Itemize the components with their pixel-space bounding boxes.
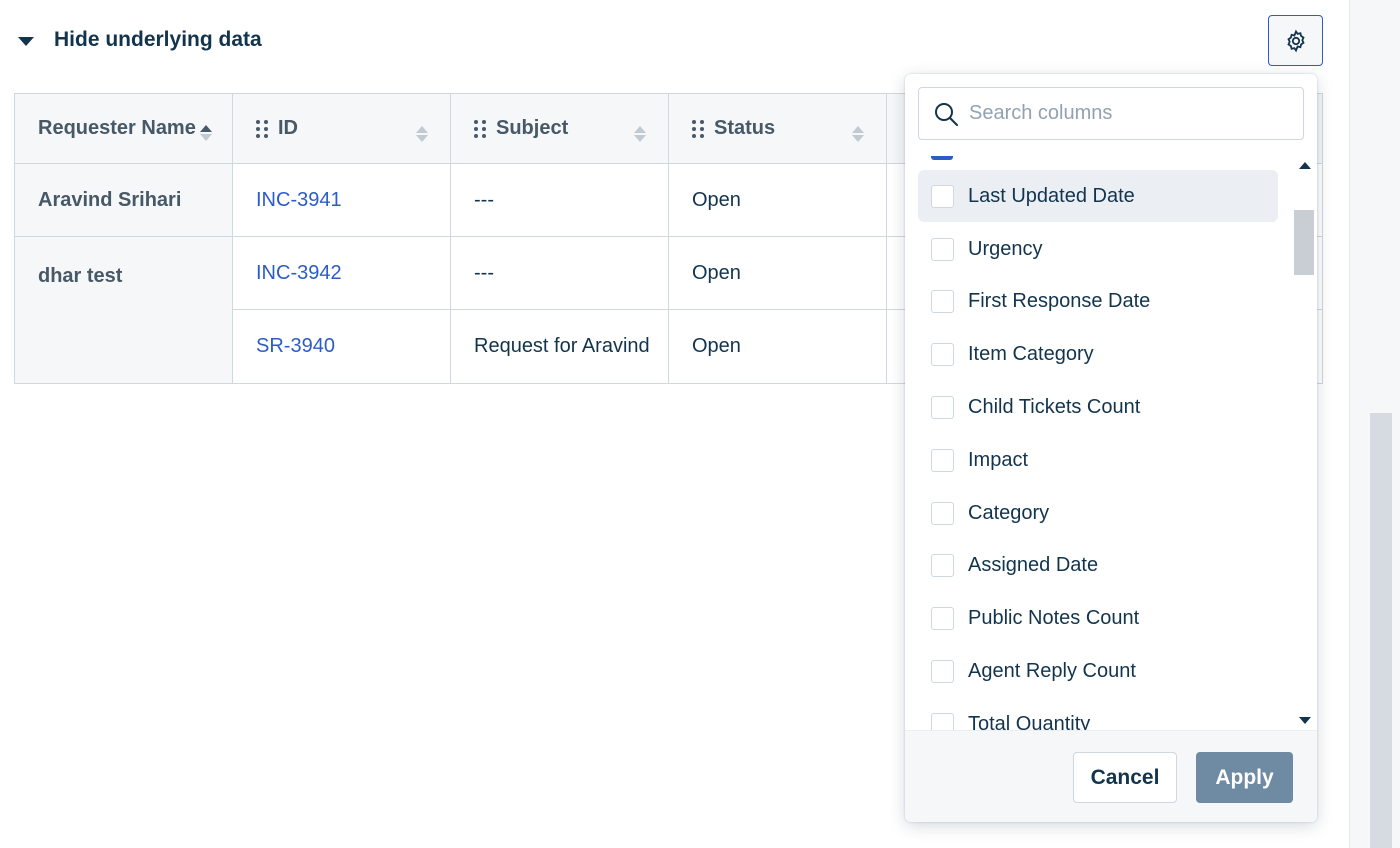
- column-chooser-dropdown: Last Updated Date Urgency First Response…: [905, 74, 1317, 822]
- sort-icon[interactable]: [852, 126, 864, 142]
- scroll-up-arrow-icon[interactable]: [1299, 162, 1311, 169]
- checkbox[interactable]: [931, 342, 954, 366]
- column-option-label: Impact: [968, 448, 1029, 471]
- status-cell: Open: [669, 237, 887, 309]
- column-option-agent-reply-count[interactable]: Agent Reply Count: [918, 645, 1278, 697]
- column-header-label: Requester Name: [38, 117, 196, 139]
- checkbox[interactable]: [931, 606, 954, 630]
- apply-button[interactable]: Apply: [1196, 752, 1293, 803]
- column-header-id[interactable]: ID: [233, 94, 451, 163]
- checkbox[interactable]: [931, 289, 954, 313]
- page-scrollbar-thumb[interactable]: [1370, 413, 1392, 848]
- subject-cell: ---: [451, 164, 669, 236]
- checkbox[interactable]: [931, 501, 954, 525]
- column-option-item-category[interactable]: Item Category: [918, 328, 1278, 380]
- cancel-button[interactable]: Cancel: [1073, 752, 1177, 803]
- column-settings-button[interactable]: [1268, 15, 1323, 66]
- column-header-label: Subject: [496, 117, 569, 139]
- column-header-subject[interactable]: Subject: [451, 94, 669, 163]
- column-option-public-notes-count[interactable]: Public Notes Count: [918, 592, 1278, 644]
- options-scrollbar-thumb[interactable]: [1294, 210, 1314, 275]
- search-icon: [935, 102, 958, 126]
- ticket-id-link[interactable]: INC-3942: [233, 237, 451, 309]
- search-columns-input[interactable]: [969, 102, 1289, 125]
- options-scrollbar[interactable]: [1292, 156, 1317, 730]
- search-columns-field[interactable]: [918, 87, 1304, 140]
- hide-underlying-data-toggle[interactable]: Hide underlying data: [18, 28, 262, 52]
- status-cell: Open: [669, 310, 887, 383]
- ticket-id-link[interactable]: SR-3940: [233, 310, 451, 383]
- column-header-label: Status: [714, 117, 776, 139]
- requester-name-cell: dhar test: [15, 237, 233, 383]
- column-option-category[interactable]: Category: [918, 487, 1278, 539]
- column-header-status[interactable]: Status: [669, 94, 887, 163]
- subject-cell: ---: [451, 237, 669, 309]
- column-option-label: Agent Reply Count: [968, 659, 1136, 682]
- status-cell: Open: [669, 164, 887, 236]
- column-option-label: Public Notes Count: [968, 606, 1140, 629]
- column-option-label: Assigned Date: [968, 553, 1099, 576]
- column-header-requester-name[interactable]: Requester Name: [15, 94, 233, 163]
- column-option-urgency[interactable]: Urgency: [918, 223, 1278, 275]
- column-option-total-quantity[interactable]: Total Quantity: [918, 698, 1278, 730]
- column-option-child-tickets-count[interactable]: Child Tickets Count: [918, 381, 1278, 433]
- checkbox[interactable]: [931, 712, 954, 730]
- checkbox[interactable]: [931, 448, 954, 472]
- chooser-footer: Cancel Apply: [905, 730, 1317, 822]
- checkbox[interactable]: [931, 395, 954, 419]
- checkbox[interactable]: [931, 553, 954, 577]
- drag-handle-icon[interactable]: [474, 119, 486, 138]
- drag-handle-icon[interactable]: [256, 119, 268, 138]
- gear-icon: [1286, 29, 1305, 52]
- checked-checkbox-partial[interactable]: [931, 156, 953, 160]
- checkbox[interactable]: [931, 184, 954, 208]
- subject-cell: Request for Aravind: [451, 310, 669, 383]
- column-option-label: Child Tickets Count: [968, 395, 1141, 418]
- toggle-label: Hide underlying data: [54, 28, 262, 51]
- sort-icon[interactable]: [200, 125, 212, 141]
- column-option-assigned-date[interactable]: Assigned Date: [918, 539, 1278, 591]
- column-option-label: Item Category: [968, 342, 1094, 365]
- sort-icon[interactable]: [416, 126, 428, 142]
- column-option-label: Last Updated Date: [968, 184, 1135, 207]
- sort-icon[interactable]: [634, 126, 646, 142]
- column-option-first-response-date[interactable]: First Response Date: [918, 275, 1278, 327]
- column-option-last-updated-date[interactable]: Last Updated Date: [918, 170, 1278, 222]
- column-option-label: First Response Date: [968, 289, 1151, 312]
- checkbox[interactable]: [931, 237, 954, 261]
- caret-down-icon: [18, 36, 34, 46]
- ticket-id-link[interactable]: INC-3941: [233, 164, 451, 236]
- column-option-label: Total Quantity: [968, 712, 1091, 731]
- requester-name-cell: Aravind Srihari: [15, 164, 233, 236]
- column-header-label: ID: [278, 117, 298, 139]
- column-option-label: Urgency: [968, 237, 1043, 260]
- drag-handle-icon[interactable]: [692, 119, 704, 138]
- column-options-list: Last Updated Date Urgency First Response…: [905, 156, 1317, 730]
- checkbox[interactable]: [931, 659, 954, 683]
- column-option-label: Category: [968, 501, 1050, 524]
- column-option-impact[interactable]: Impact: [918, 434, 1278, 486]
- scroll-down-arrow-icon[interactable]: [1299, 717, 1311, 724]
